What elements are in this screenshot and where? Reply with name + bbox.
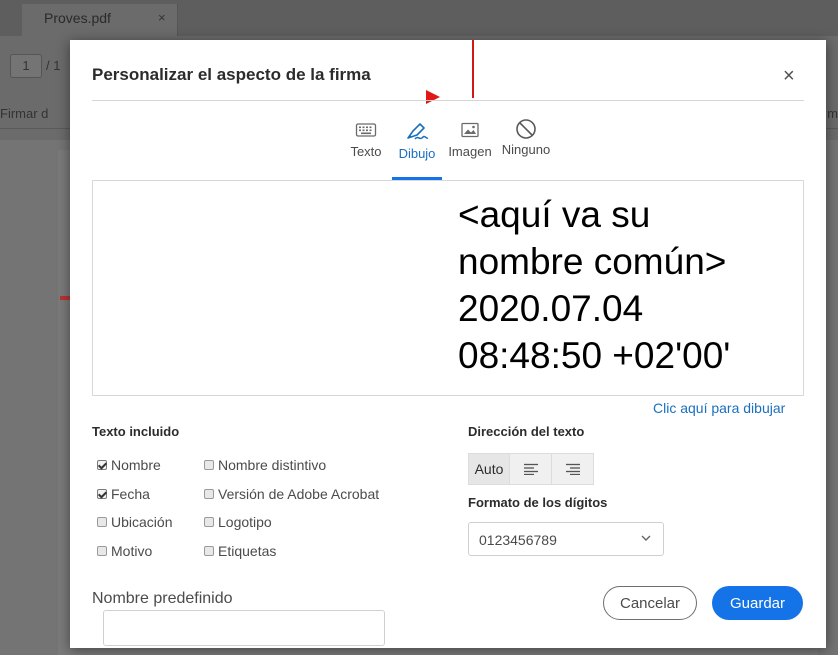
tab-ninguno[interactable]: Ninguno xyxy=(496,119,556,178)
signature-appearance-dialog: Personalizar el aspecto de la firma × Te… xyxy=(70,40,826,648)
checkbox-unchecked-icon xyxy=(204,546,214,556)
preview-text: <aquí va su nombre común> 2020.07.04 08:… xyxy=(458,191,730,379)
checkbox-ubicacion[interactable]: Ubicación xyxy=(97,514,172,530)
background-page-number: 1 xyxy=(10,54,42,78)
preview-line-name-1: <aquí va su xyxy=(458,194,651,235)
tab-imagen[interactable]: Imagen xyxy=(444,120,496,178)
checkbox-checked-icon xyxy=(97,489,107,499)
included-text-heading: Texto incluido xyxy=(92,424,180,439)
digits-format-heading: Formato de los dígitos xyxy=(468,495,608,510)
checkbox-motivo-label: Motivo xyxy=(111,543,153,559)
annotation-red-arrow-icon xyxy=(426,90,440,104)
checkbox-nombre-distintivo-label: Nombre distintivo xyxy=(218,457,327,473)
close-icon[interactable]: × xyxy=(783,66,795,86)
background-sign-label: Firmar d xyxy=(0,106,49,121)
checkbox-fecha[interactable]: Fecha xyxy=(97,486,150,502)
draw-link[interactable]: Clic aquí para dibujar xyxy=(653,400,785,416)
image-icon xyxy=(461,122,479,138)
background-tab-bar: Proves.pdf × xyxy=(0,0,838,36)
checkbox-unchecked-icon xyxy=(204,489,214,499)
checkbox-version-acrobat-label: Versión de Adobe Acrobat xyxy=(218,486,380,502)
checkbox-unchecked-icon xyxy=(97,546,107,556)
pen-icon xyxy=(407,123,429,140)
preview-line-name-2: nombre común> xyxy=(458,241,727,282)
tab-dibujo[interactable]: Dibujo xyxy=(392,120,442,178)
checkbox-unchecked-icon xyxy=(204,460,214,470)
checkbox-motivo[interactable]: Motivo xyxy=(97,543,152,559)
background-page-total: / 1 xyxy=(46,58,61,73)
annotation-red-line xyxy=(472,40,474,98)
checkbox-fecha-label: Fecha xyxy=(111,486,150,502)
direction-right-button[interactable] xyxy=(552,453,594,485)
tab-imagen-label: Imagen xyxy=(448,144,492,159)
direction-left-button[interactable] xyxy=(510,453,552,485)
direction-auto-button[interactable]: Auto xyxy=(468,453,510,485)
background-edge-text: m xyxy=(827,106,838,121)
predefined-name-input[interactable] xyxy=(103,610,385,646)
checkbox-unchecked-icon xyxy=(97,517,107,527)
text-direction-heading: Dirección del texto xyxy=(468,424,585,439)
tab-ninguno-label: Ninguno xyxy=(501,142,551,157)
title-divider xyxy=(92,100,804,101)
tab-texto-label: Texto xyxy=(350,144,382,159)
checkbox-nombre-distintivo[interactable]: Nombre distintivo xyxy=(204,457,326,473)
checkbox-checked-icon xyxy=(97,460,107,470)
preview-line-time: 08:48:50 +02'00' xyxy=(458,335,731,376)
text-direction-group: Auto xyxy=(468,453,594,485)
checkbox-version-acrobat[interactable]: Versión de Adobe Acrobat xyxy=(204,486,379,502)
checkbox-ubicacion-label: Ubicación xyxy=(111,514,173,530)
signature-preview: <aquí va su nombre común> 2020.07.04 08:… xyxy=(92,180,804,396)
align-left-icon xyxy=(523,463,538,475)
checkbox-unchecked-icon xyxy=(204,517,214,527)
preview-line-date: 2020.07.04 xyxy=(458,288,644,329)
digits-format-select[interactable]: 0123456789 xyxy=(468,522,664,556)
checkbox-nombre-label: Nombre xyxy=(111,457,161,473)
digits-format-value: 0123456789 xyxy=(479,532,557,548)
keyboard-icon xyxy=(355,123,377,137)
tab-dibujo-label: Dibujo xyxy=(398,146,436,161)
background-tab-close-icon: × xyxy=(158,10,166,25)
checkbox-etiquetas[interactable]: Etiquetas xyxy=(204,543,276,559)
chevron-down-icon xyxy=(641,535,651,541)
align-right-icon xyxy=(565,463,580,475)
checkbox-etiquetas-label: Etiquetas xyxy=(218,543,277,559)
checkbox-logotipo-label: Logotipo xyxy=(218,514,272,530)
predefined-name-label: Nombre predefinido xyxy=(92,590,233,607)
background-tab-label: Proves.pdf xyxy=(44,10,111,26)
checkbox-logotipo[interactable]: Logotipo xyxy=(204,514,272,530)
tab-texto[interactable]: Texto xyxy=(346,120,386,178)
none-icon xyxy=(516,119,536,139)
checkbox-nombre[interactable]: Nombre xyxy=(97,457,161,473)
dialog-title: Personalizar el aspecto de la firma xyxy=(92,65,371,84)
background-document-tab: Proves.pdf × xyxy=(22,4,178,36)
cancel-button[interactable]: Cancelar xyxy=(603,586,697,620)
save-button[interactable]: Guardar xyxy=(712,586,803,620)
